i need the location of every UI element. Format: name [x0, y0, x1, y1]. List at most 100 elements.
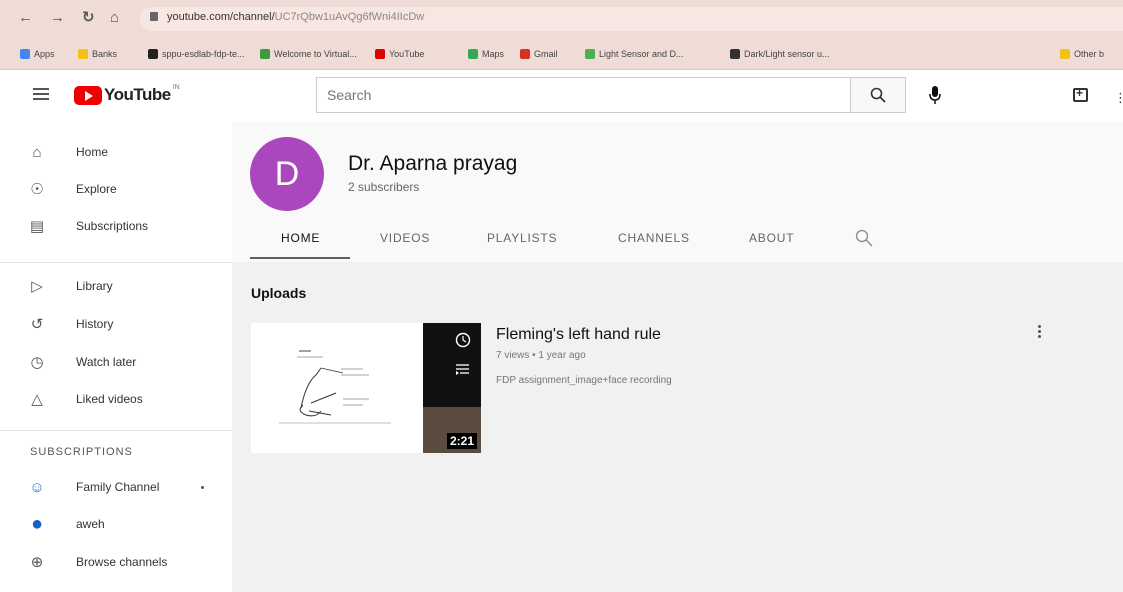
url-text[interactable]: youtube.com/channel/UC7rQbw1uAvQg6fWni4I…	[167, 11, 424, 23]
bookmark-7[interactable]: Light Sensor and D...	[585, 49, 684, 59]
video-description: FDP assignment_image+face recording	[496, 375, 672, 386]
history-icon: ↺	[30, 316, 44, 333]
sidebar-item-label: History	[76, 317, 114, 331]
bookmark-label: Banks	[92, 49, 118, 59]
menu-hamburger-icon[interactable]	[33, 88, 49, 100]
reload-icon[interactable]: ↻	[82, 9, 95, 27]
bookmark-label: sppu-esdlab-fdp-te...	[162, 49, 245, 59]
home-icon: ⌂	[32, 143, 42, 161]
sidebar-divider	[0, 262, 232, 263]
sidebar-item-label: Subscriptions	[76, 219, 149, 233]
sidebar-item-watch-later[interactable]: ◷ Watch later	[0, 343, 232, 381]
bookmark-label: Dark/Light sensor u...	[744, 49, 830, 59]
tab-about[interactable]: ABOUT	[749, 231, 794, 245]
bookmark-4[interactable]: YouTube	[375, 49, 424, 59]
watch-later-clock-icon[interactable]	[456, 333, 472, 349]
sidebar-item-library[interactable]: ▷ Library	[0, 267, 232, 305]
microphone-icon[interactable]	[929, 86, 941, 104]
tab-channels[interactable]: CHANNELS	[618, 231, 690, 245]
youtube-logo[interactable]: YouTube IN	[74, 83, 180, 105]
sidebar-item-label: Explore	[76, 182, 117, 196]
globe-icon	[585, 49, 595, 59]
tab-playlists[interactable]: PLAYLISTS	[487, 231, 557, 245]
bookmark-5[interactable]: Maps	[468, 49, 504, 59]
sidebar-item-aweh[interactable]: ● aweh	[0, 505, 232, 543]
bookmark-label: Other b	[1074, 49, 1105, 59]
sidebar-item-label: Browse channels	[76, 555, 168, 569]
sidebar-item-label: Watch later	[76, 355, 137, 369]
bookmark-label: YouTube	[389, 49, 425, 59]
bookmark-label: Gmail	[534, 49, 558, 59]
family-channel-icon: ☺	[29, 478, 45, 496]
channel-name: Dr. Aparna prayag	[348, 152, 518, 175]
sidebar-item-subscriptions[interactable]: ▤ Subscriptions	[0, 207, 232, 245]
library-icon: ▷	[31, 278, 43, 295]
bookmark-label: Maps	[482, 49, 505, 59]
create-video-icon[interactable]	[1073, 86, 1088, 102]
back-arrow-icon[interactable]: ←	[18, 9, 33, 27]
video-title[interactable]: Fleming's left hand rule	[496, 326, 661, 344]
bookmark-2[interactable]: sppu-esdlab-fdp-te...	[148, 49, 245, 59]
search-button[interactable]	[850, 77, 906, 113]
folder-icon	[78, 49, 88, 59]
subscriber-count: 2 subscribers	[348, 180, 420, 194]
watch-later-clock-icon: ◷	[30, 354, 44, 371]
bookmark-0[interactable]: Apps	[20, 49, 55, 59]
gmail-icon	[520, 49, 530, 59]
lock-icon	[150, 12, 158, 21]
maps-icon	[468, 49, 478, 59]
sidebar-item-label: Library	[76, 279, 113, 293]
sidebar-item-family-channel[interactable]: ☺ Family Channel	[0, 468, 232, 506]
apps-menu-icon[interactable]: ⋮	[1114, 90, 1123, 106]
bookmark-6[interactable]: Gmail	[520, 49, 558, 59]
forward-arrow-icon[interactable]: →	[50, 9, 65, 27]
thumbs-up-icon: △	[31, 391, 43, 408]
sidebar-item-history[interactable]: ↺ History	[0, 305, 232, 343]
video-duration: 2:21	[447, 433, 478, 449]
table-icon	[730, 49, 740, 59]
new-content-dot	[201, 486, 204, 489]
bookmark-label: Welcome to Virtual...	[274, 49, 357, 59]
explore-compass-icon: ☉	[30, 181, 44, 198]
sidebar-item-home[interactable]: ⌂ Home	[0, 133, 232, 171]
github-icon	[148, 49, 158, 59]
sidebar-item-liked-videos[interactable]: △ Liked videos	[0, 380, 232, 418]
tab-videos[interactable]: VIDEOS	[380, 231, 430, 245]
apps-grid-icon	[20, 49, 30, 59]
channel-avatar[interactable]: D	[250, 137, 324, 211]
bookmark-1[interactable]: Banks	[78, 49, 117, 59]
video-meta: 7 views • 1 year ago	[496, 350, 586, 361]
active-tab-indicator	[250, 257, 350, 259]
bookmark-9[interactable]: Other b	[1060, 49, 1104, 59]
channel-avatar-icon: ●	[30, 512, 44, 535]
sidebar-item-label: Home	[76, 145, 109, 159]
youtube-play-icon	[74, 85, 102, 105]
folder-icon	[1060, 49, 1070, 59]
sidebar-divider	[0, 430, 232, 431]
uploads-heading[interactable]: Uploads	[251, 285, 306, 301]
video-more-options-icon[interactable]	[1033, 323, 1045, 343]
sidebar-item-explore[interactable]: ☉ Explore	[0, 170, 232, 208]
search-icon	[870, 87, 886, 103]
sidebar-item-browse-channels[interactable]: ⊕ Browse channels	[0, 543, 232, 581]
subscriptions-heading: SUBSCRIPTIONS	[30, 446, 133, 458]
subscriptions-icon: ▤	[29, 218, 45, 235]
virtual-lab-icon	[260, 49, 270, 59]
youtube-region-label: IN	[172, 83, 180, 91]
browse-plus-icon: ⊕	[30, 554, 44, 571]
youtube-logo-text: YouTube	[104, 85, 171, 104]
sidebar-item-label: aweh	[76, 517, 105, 531]
tab-home[interactable]: HOME	[281, 231, 320, 245]
bookmark-8[interactable]: Dark/Light sensor u...	[730, 49, 830, 59]
channel-search-icon[interactable]	[855, 229, 873, 247]
home-browser-icon[interactable]: ⌂	[110, 9, 119, 27]
search-input[interactable]	[317, 78, 850, 112]
bookmark-3[interactable]: Welcome to Virtual...	[260, 49, 357, 59]
bookmark-label: Light Sensor and D...	[599, 49, 684, 59]
search-box	[316, 77, 850, 113]
add-to-queue-icon[interactable]	[456, 362, 472, 378]
youtube-icon	[375, 49, 385, 59]
fleming-diagram-image	[279, 350, 391, 424]
bookmark-label: Apps	[34, 49, 55, 59]
sidebar-item-label: Liked videos	[76, 392, 143, 406]
